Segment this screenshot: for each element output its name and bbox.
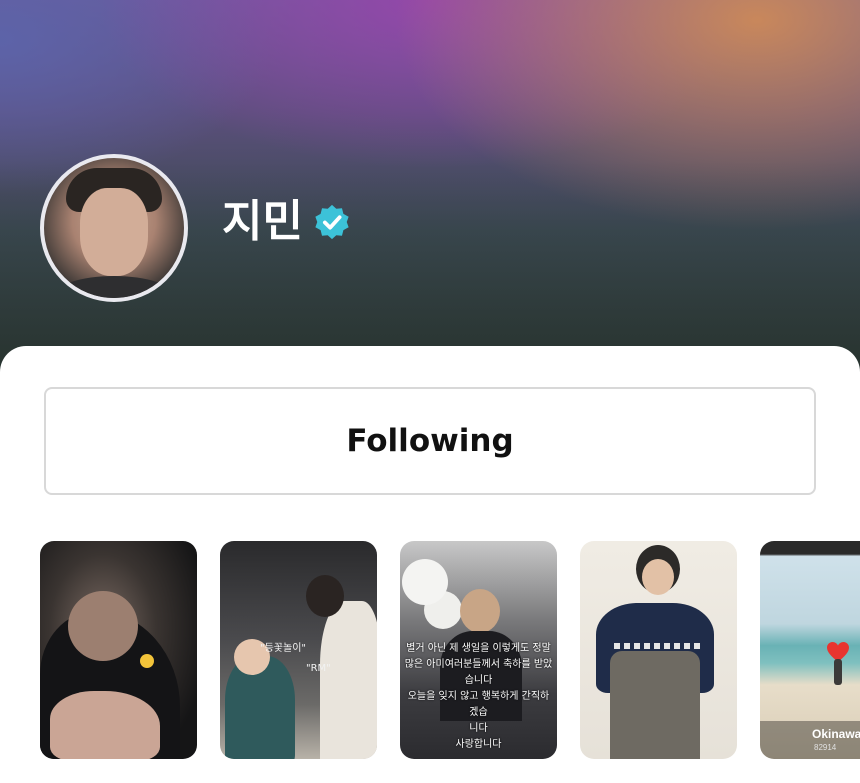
thumbnail-person (834, 659, 842, 685)
thumbnail-person (320, 601, 377, 759)
overlay-line: 사랑합니다 (455, 739, 502, 750)
thumbnail-face (68, 591, 138, 661)
avatar[interactable] (40, 154, 188, 302)
thumbnail-location: Okinawa (812, 727, 860, 741)
video-thumbnail[interactable] (40, 541, 197, 759)
thumbnail-person-overalls (610, 651, 700, 759)
overlay-line: 습니다 (464, 675, 493, 686)
overlay-line: 별거 아닌 제 생일을 이렇게도 정말 (406, 643, 551, 654)
profile-name-row: 지민 (222, 200, 351, 244)
emoji-sticker-icon (140, 654, 154, 668)
overlay-line: 오늘을 잊지 않고 행복하게 간직하겠습 (407, 691, 550, 718)
thumbnail-caption: "RM" (306, 663, 331, 674)
thumbnail-hand (50, 691, 160, 759)
profile-sheet: Following "등꽃놀이" "RM" 별거 아닌 제 생일을 이렇게도 정… (0, 346, 860, 783)
flower-decoration (402, 559, 448, 605)
avatar-face (80, 188, 148, 276)
video-thumbnail[interactable]: Okinawa 82914 (760, 541, 860, 759)
overlay-line: 많은 아미여러분들께서 축하를 받았 (404, 659, 553, 670)
thumbnail-overlay-text: 별거 아닌 제 생일을 이렇게도 정말 많은 아미여러분들께서 축하를 받았 습… (404, 641, 553, 753)
overlay-line: 니다 (469, 723, 488, 734)
video-thumbnail[interactable]: 별거 아닌 제 생일을 이렇게도 정말 많은 아미여러분들께서 축하를 받았 습… (400, 541, 557, 759)
video-thumbnail[interactable]: "등꽃놀이" "RM" (220, 541, 377, 759)
following-button[interactable]: Following (44, 387, 816, 495)
thumbnail-person-head (306, 575, 344, 617)
profile-name: 지민 (222, 196, 303, 247)
thumbnail-caption: "등꽃놀이" (260, 643, 306, 654)
shirt-text-decoration (614, 643, 700, 649)
video-thumbnail[interactable] (580, 541, 737, 759)
thumbnail-person-face (642, 559, 674, 595)
thumbnail-person-head (460, 589, 500, 633)
verified-badge-icon (315, 204, 349, 240)
thumbnail-number: 82914 (814, 743, 837, 752)
following-button-label: Following (346, 423, 514, 459)
